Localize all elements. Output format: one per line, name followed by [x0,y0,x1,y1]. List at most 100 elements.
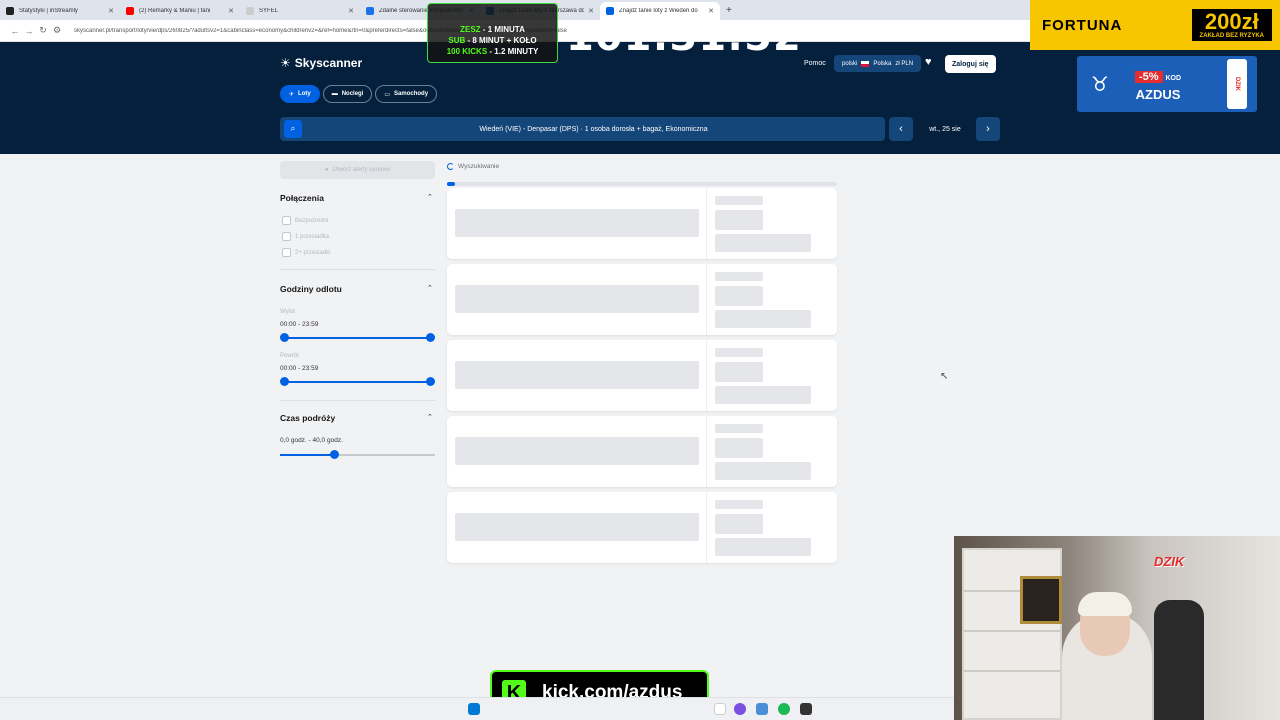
chevron-right-icon: › [986,123,990,135]
help-link[interactable]: Pomoc [804,60,826,67]
tab-favicon-icon [366,7,374,15]
mouse-cursor-icon: ↖ [940,371,949,382]
close-icon[interactable]: ✕ [348,7,354,15]
checkbox-label: Bezpośredni [295,217,329,224]
browser-tab[interactable]: Statystyki | inStreamly ✕ [0,2,120,20]
tab-cars[interactable]: ▭ Samochody [375,85,438,103]
reload-icon[interactable]: ↻ [36,25,50,36]
checkbox-label: 2+ przesiadki [295,249,331,256]
terminal-icon[interactable] [800,703,812,715]
skeleton-line [715,196,763,205]
close-icon[interactable]: ✕ [108,7,114,15]
counter-line-label: SUB [448,36,466,45]
return-slider-track[interactable] [285,381,430,383]
screen: Statystyki | inStreamly ✕ (2) Remarky & … [0,0,1280,720]
slider-handle[interactable] [329,450,339,459]
result-card-placeholder [447,492,837,563]
next-date-button[interactable]: › [976,117,1000,141]
skyscanner-logo[interactable]: ☀ Skyscanner [280,56,362,70]
connections-title[interactable]: Połączenia [280,193,324,203]
plane-icon: ✈ [289,91,295,98]
tab-title: Statystyki | inStreamly [19,8,78,14]
skeleton-itinerary [455,513,699,541]
counter-line-value: - 1 MINUTA [480,25,525,34]
filter-one-stop[interactable]: 1 przesiadka [282,232,329,241]
stream-counter-overlay: ZESZ - 1 MINUTA SUB - 8 MINUT + KOŁO 100… [427,3,558,63]
car-icon: ▭ [384,91,391,98]
promo-code-block: -5% KOD AZDUS [1134,67,1182,102]
fortuna-subtitle: ZAKŁAD BEZ RYZYKA [1199,33,1264,39]
search-status: Wyszukiwanie [447,163,499,170]
taskbar-app-icon[interactable] [714,703,726,715]
bell-icon: ● [325,167,329,173]
duration-title[interactable]: Czas podróży [280,413,335,423]
search-summary-bar[interactable]: ⌕ Wiedeń (VIE) - Denpasar (DPS) · 1 osob… [280,117,885,141]
skeleton-price [715,210,763,230]
close-icon[interactable]: ✕ [228,7,234,15]
slider-handle[interactable] [280,333,289,342]
locale-country: Polska [873,60,892,67]
tab-hotels[interactable]: ▬ Noclegi [322,85,373,103]
chevron-up-icon[interactable]: ⌃ [427,413,433,421]
result-card-placeholder [447,340,837,411]
price-alert-button[interactable]: ● Utwórz alerty cenowe [280,161,435,179]
departure-times-title[interactable]: Godziny odlotu [280,284,342,294]
tab-cars-label: Samochody [394,91,429,97]
duration-slider-track[interactable] [280,454,435,456]
streamer-webcam: DZIK [954,536,1280,720]
taskbar-app-icon[interactable] [756,703,768,715]
slider-handle[interactable] [280,377,289,386]
spotify-icon[interactable] [778,703,790,715]
checkbox[interactable] [282,248,291,257]
return-range: 00:00 - 23:59 [280,365,319,372]
chevron-up-icon[interactable]: ⌃ [427,193,433,201]
duration-range: 0,0 godz. - 40,0 godz. [280,437,343,444]
outbound-label: Wylot [280,309,295,315]
tab-title: SYFEL [259,8,279,14]
fortuna-brand: FORTUNA [1042,16,1123,34]
product-tabs: ✈ Loty ▬ Noclegi ▭ Samochody [280,85,438,103]
promo-kod-label: KOD [1165,74,1182,82]
skeleton-button [715,462,811,480]
tab-favicon-icon [6,7,14,15]
counter-line-value: - 8 MINUT + KOŁO [465,36,537,45]
favourites-heart-icon[interactable]: ♥ [925,56,932,68]
windows-start-icon[interactable] [468,703,480,715]
chevron-up-icon[interactable]: ⌃ [427,284,433,292]
filter-two-plus-stops[interactable]: 2+ przesiadki [282,248,331,257]
tab-title: (2) Remarky & Maniu | fani [139,8,211,14]
outbound-slider-track[interactable] [285,337,430,339]
filter-direct[interactable]: Bezpośredni [282,216,328,225]
checkbox-label: 1 przesiadka [295,233,330,240]
browser-tab[interactable]: (2) Remarky & Maniu | fani ✕ [120,2,240,20]
bed-icon: ▬ [331,91,338,97]
forward-icon[interactable]: → [22,26,36,36]
result-card-placeholder [447,264,837,335]
search-progress-bar [447,182,837,186]
locale-language: polski [842,60,858,67]
skeleton-itinerary [455,437,699,465]
result-card-placeholder [447,416,837,487]
gaming-chair [1154,600,1204,720]
back-icon[interactable]: ← [8,26,22,36]
counter-line: SUB - 8 MINUT + KOŁO [428,35,557,46]
date-display[interactable]: wt., 25 sie [916,117,974,141]
search-icon[interactable]: ⌕ [284,120,302,138]
locale-selector[interactable]: polski Polska zł PLN [834,55,922,72]
slider-handle[interactable] [426,377,435,386]
browser-tab[interactable]: SYFEL ✕ [240,2,360,20]
taskbar-app-icon[interactable] [734,703,746,715]
slider-handle[interactable] [426,333,435,342]
skeleton-itinerary [455,209,699,237]
tab-flights[interactable]: ✈ Loty [280,85,320,103]
checkbox[interactable] [282,216,291,225]
site-info-icon[interactable]: ⚙ [50,25,64,36]
tab-flights-label: Loty [298,91,311,97]
checkbox[interactable] [282,232,291,241]
skeleton-itinerary [455,361,699,389]
skeleton-button [715,234,811,252]
previous-date-button[interactable]: ‹ [889,117,913,141]
skeleton-itinerary [455,285,699,313]
shelf [962,548,1062,720]
login-button[interactable]: Zaloguj się [945,55,996,73]
